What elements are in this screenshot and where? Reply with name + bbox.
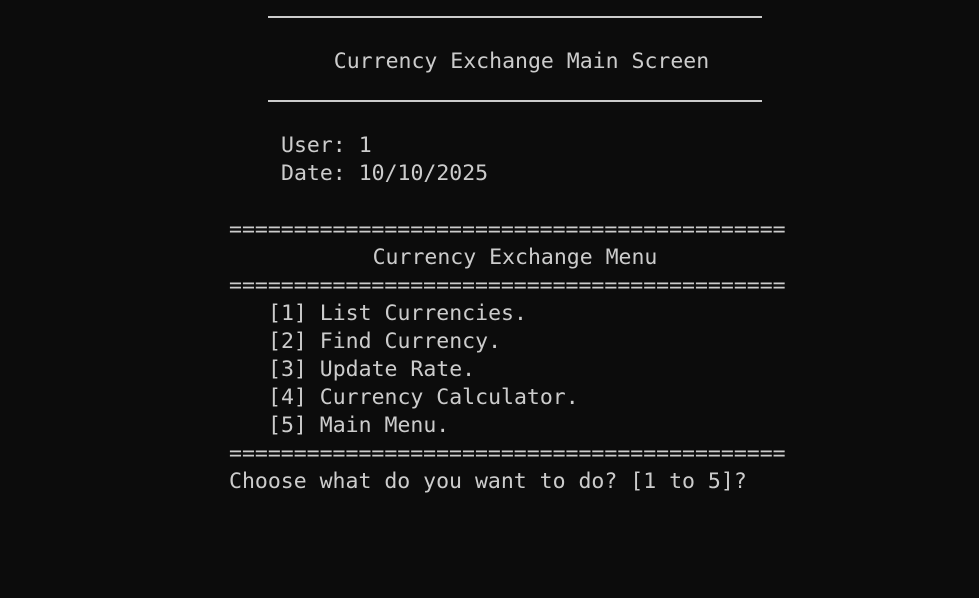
menu-item-key: [3] xyxy=(268,357,307,382)
date-line: Date: 10/10/2025 xyxy=(281,160,488,188)
header-bottom-rule xyxy=(268,100,762,102)
menu-item-currency-calculator[interactable]: [4] Currency Calculator. xyxy=(268,384,579,412)
menu-title: Currency Exchange Menu xyxy=(372,245,658,270)
menu-item-find-currency[interactable]: [2] Find Currency. xyxy=(268,328,501,356)
menu-separator-middle: ========================================… xyxy=(229,273,786,298)
choice-prompt[interactable]: Choose what do you want to do? [1 to 5]? xyxy=(229,468,747,496)
menu-separator-bottom: ========================================… xyxy=(229,441,786,466)
menu-item-update-rate[interactable]: [3] Update Rate. xyxy=(268,356,475,384)
menu-item-label: List Currencies. xyxy=(319,301,527,326)
user-line: User: 1 xyxy=(281,132,372,160)
page-title: Currency Exchange Main Screen xyxy=(333,49,710,74)
menu-item-key: [2] xyxy=(268,329,307,354)
user-value: 1 xyxy=(358,133,372,158)
menu-item-main-menu[interactable]: [5] Main Menu. xyxy=(268,412,449,440)
menu-item-label: Main Menu. xyxy=(319,413,450,438)
menu-item-label: Find Currency. xyxy=(319,329,502,354)
date-value: 10/10/2025 xyxy=(358,161,489,186)
menu-item-label: Update Rate. xyxy=(319,357,476,382)
menu-item-key: [4] xyxy=(268,385,307,410)
menu-item-label: Currency Calculator. xyxy=(319,385,579,410)
menu-item-key: [5] xyxy=(268,413,307,438)
header-top-rule xyxy=(268,16,762,18)
date-label: Date: xyxy=(281,161,346,186)
menu-separator-top: ========================================… xyxy=(229,217,786,242)
menu-item-list-currencies[interactable]: [1] List Currencies. xyxy=(268,300,527,328)
menu-item-key: [1] xyxy=(268,301,307,326)
user-label: User: xyxy=(281,133,346,158)
